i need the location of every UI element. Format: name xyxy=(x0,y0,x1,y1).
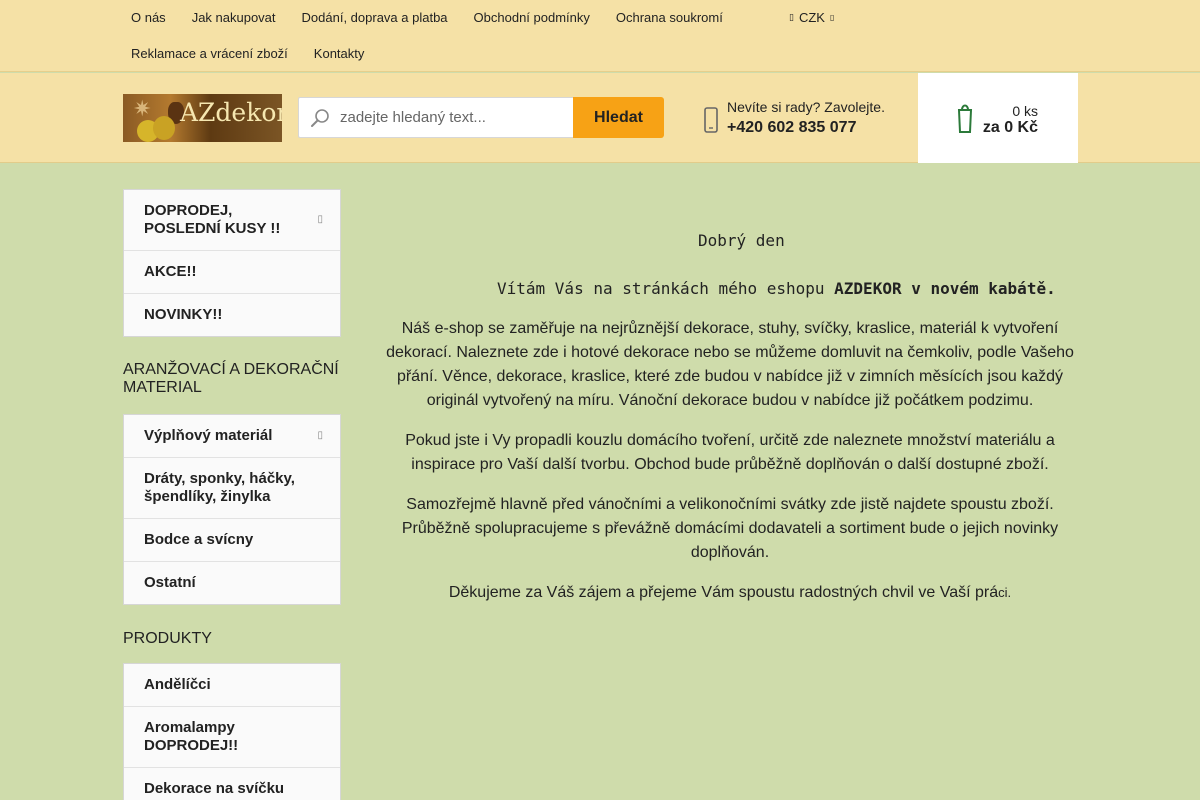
sidebar-item-clearance[interactable]: DOPRODEJ, POSLEDNÍ KUSY !! ▯ xyxy=(124,190,340,251)
search-form: Hledat xyxy=(298,97,664,139)
contact-question: Nevíte si rady? Zavolejte. xyxy=(727,99,885,115)
contact-phone[interactable]: +420 602 835 077 xyxy=(727,119,856,137)
thanks-paragraph: Děkujeme za Váš zájem a přejeme Vám spou… xyxy=(380,581,1080,605)
currency-selector[interactable]: ▯ CZK ▯ xyxy=(789,10,834,25)
sidebar-item-label: Andělíčci xyxy=(144,676,211,693)
sidebar-heading-products: PRODUKTY xyxy=(123,630,212,647)
sidebar-heading-decoration: ARANŽOVACÍ A DEKORAČNÍ MATERIAL xyxy=(123,361,339,396)
sidebar-item-spikes[interactable]: Bodce a svícny xyxy=(124,519,340,562)
sidebar-item-filler-material[interactable]: Výplňový materiál ▯ xyxy=(124,415,340,458)
diy-paragraph: Pokud jste i Vy propadli kouzlu domácího… xyxy=(405,432,1055,473)
cart-total: za 0 Kč xyxy=(982,119,1038,136)
nav-link-about[interactable]: O nás xyxy=(118,0,179,36)
nav-link-privacy[interactable]: Ochrana soukromí xyxy=(603,0,736,36)
greeting: Dobrý den xyxy=(698,231,785,250)
nav-link-how-to-buy[interactable]: Jak nakupovat xyxy=(179,0,289,36)
sidebar-menu-top: DOPRODEJ, POSLEDNÍ KUSY !! ▯ AKCE!! NOVI… xyxy=(123,189,341,337)
sidebar-item-label: AKCE!! xyxy=(144,263,197,280)
logo-text: AZdekor xyxy=(180,98,282,127)
sidebar-item-label: Výplňový materiál xyxy=(144,427,273,444)
chevron-right-icon: ▯ xyxy=(317,214,323,225)
star-anise-decoration: ✷ xyxy=(133,96,152,121)
welcome-bold: AZDEKOR v novém kabátě. xyxy=(834,279,1056,298)
sidebar-item-aromalamps[interactable]: Aromalampy DOPRODEJ!! xyxy=(124,707,340,768)
search-input[interactable] xyxy=(298,97,574,138)
phone-icon xyxy=(704,107,718,133)
sidebar-menu-products: Andělíčci Aromalampy DOPRODEJ!! Dekorace… xyxy=(123,663,341,800)
search-button[interactable]: Hledat xyxy=(573,97,664,138)
cart-summary[interactable]: 0 ks za 0 Kč xyxy=(918,73,1078,163)
sidebar-item-label: Dekorace na svíčku xyxy=(144,780,285,797)
magnifier-icon xyxy=(311,109,329,127)
sidebar-menu-decoration: Výplňový materiál ▯ Dráty, sponky, háčky… xyxy=(123,414,341,605)
nav-link-terms[interactable]: Obchodní podmínky xyxy=(461,0,603,36)
top-navigation: O nás Jak nakupovat Dodání, doprava a pl… xyxy=(0,0,1200,72)
thanks-text: Děkujeme za Váš zájem a přejeme Vám spou… xyxy=(448,584,999,601)
caret-down-icon: ▯ xyxy=(829,13,835,22)
sidebar-item-candle-decorations[interactable]: Dekorace na svíčku xyxy=(124,768,340,800)
thanks-tail: ci. xyxy=(998,585,1012,600)
sidebar-item-label: Aromalampy DOPRODEJ!! xyxy=(144,719,239,754)
nav-link-delivery[interactable]: Dodání, doprava a platba xyxy=(289,0,461,36)
holidays-paragraph: Samozřejmě hlavně před vánočními a velik… xyxy=(401,496,1059,561)
apple-decoration-2 xyxy=(153,116,175,140)
welcome-text: Vítám Vás na stránkách mého eshopu xyxy=(497,279,835,298)
chevron-right-icon: ▯ xyxy=(317,430,323,441)
intro-paragraph: Náš e-shop se zaměřuje na nejrůznější de… xyxy=(386,320,1074,409)
sidebar-item-label: DOPRODEJ, POSLEDNÍ KUSY !! xyxy=(144,202,281,237)
sidebar-item-label: NOVINKY!! xyxy=(144,306,223,323)
nav-link-contacts[interactable]: Kontakty xyxy=(301,36,378,72)
logo[interactable]: ✷ AZdekor xyxy=(123,94,282,142)
cart-icon xyxy=(957,104,973,133)
cart-item-count: 0 ks xyxy=(1012,103,1038,119)
sidebar-item-sales[interactable]: AKCE!! xyxy=(124,251,340,294)
currency-label: CZK xyxy=(798,10,825,25)
top-nav-links: O nás Jak nakupovat Dodání, doprava a pl… xyxy=(118,0,778,72)
sidebar-item-wires[interactable]: Dráty, sponky, háčky, špendlíky, žinylka xyxy=(124,458,340,519)
site-header: ✷ AZdekor Hledat Nevíte si rady? Zavolej… xyxy=(0,73,1200,163)
welcome-line: Vítám Vás na stránkách mého eshopu AZDEK… xyxy=(497,279,1056,298)
sidebar-item-angels[interactable]: Andělíčci xyxy=(124,664,340,707)
sidebar-item-label: Dráty, sponky, háčky, špendlíky, žinylka xyxy=(144,470,295,505)
sidebar-item-other[interactable]: Ostatní xyxy=(124,562,340,604)
sidebar-item-news[interactable]: NOVINKY!! xyxy=(124,294,340,336)
sidebar-item-label: Bodce a svícny xyxy=(144,531,254,548)
nav-link-returns[interactable]: Reklamace a vrácení zboží xyxy=(118,36,301,72)
sidebar-item-label: Ostatní xyxy=(144,574,196,591)
currency-icon: ▯ xyxy=(789,12,794,22)
